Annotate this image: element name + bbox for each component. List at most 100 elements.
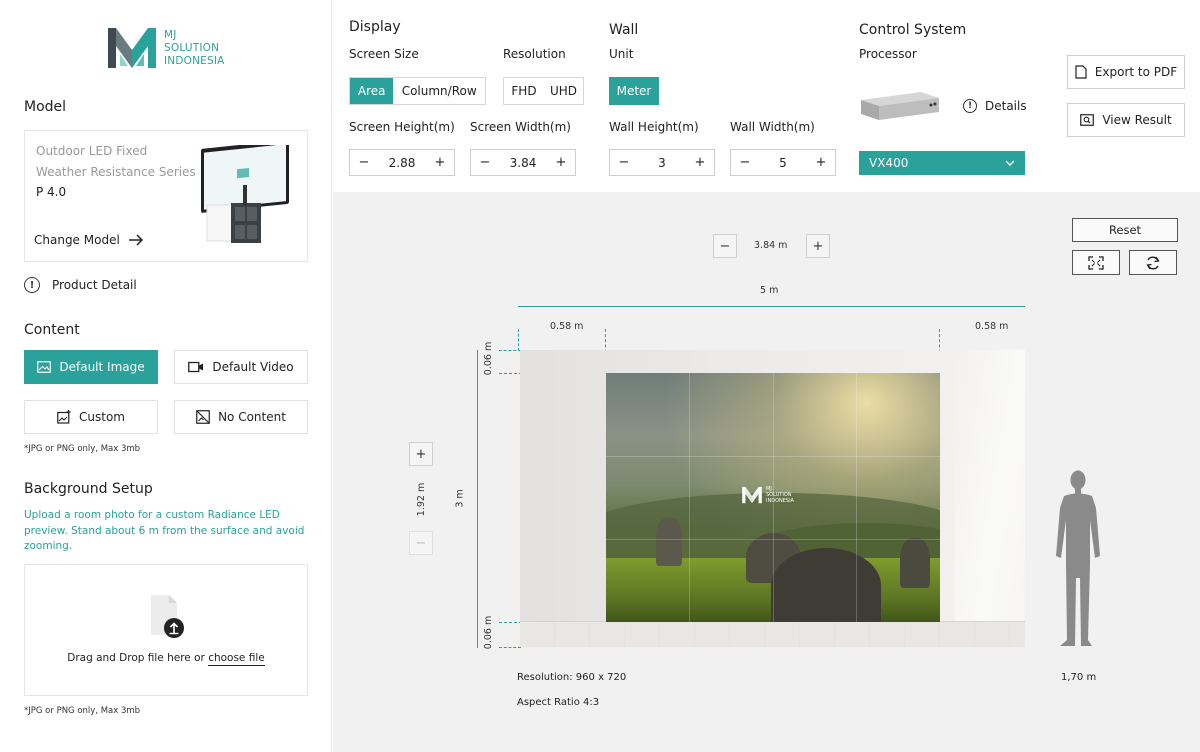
cabinet-grid-line	[606, 456, 940, 457]
width-decrease-button[interactable]: −	[713, 234, 737, 258]
landscape-rock	[656, 518, 682, 566]
wall-width-line	[518, 306, 1025, 307]
wall-width-value[interactable]: 5	[779, 156, 787, 170]
brand-logo-icon	[108, 28, 156, 68]
screen-height-decrement[interactable]: −	[358, 155, 370, 170]
info-icon: !	[963, 99, 977, 113]
logo-text-line1: MJ	[164, 28, 177, 41]
chevron-down-icon	[1005, 160, 1015, 166]
screen-width-stepper: − 3.84 +	[470, 149, 576, 176]
wall-height-value[interactable]: 3	[658, 156, 666, 170]
dash-guide	[499, 647, 521, 648]
product-detail-link[interactable]: ! Product Detail	[24, 277, 137, 293]
person-height-readout: 1,70 m	[1061, 672, 1097, 683]
choose-file-link[interactable]: choose file	[208, 652, 265, 666]
height-increase-button[interactable]: +	[409, 442, 433, 466]
view-result-label: View Result	[1102, 113, 1172, 127]
no-content-button[interactable]: No Content	[174, 400, 308, 434]
wall-height-line	[477, 350, 478, 648]
default-video-button[interactable]: Default Video	[174, 350, 308, 384]
model-name-line2: Weather Resistance Series	[36, 165, 196, 179]
screen-width-decrement[interactable]: −	[479, 155, 491, 170]
background-section-title: Background Setup	[24, 481, 153, 497]
screen-size-area-option[interactable]: Area	[350, 78, 394, 104]
wall-height-stepper: − 3 +	[609, 149, 715, 176]
unit-toggle: Meter	[609, 77, 659, 105]
arrow-right-icon	[128, 234, 143, 246]
person-silhouette-icon	[1056, 470, 1100, 646]
room-preview: MJ SOLUTION INDONESIA	[520, 350, 1025, 647]
processor-details-link[interactable]: ! Details	[963, 99, 1027, 113]
resolution-label: Resolution	[503, 47, 566, 61]
background-dropzone[interactable]: Drag and Drop file here or choose file	[24, 564, 308, 696]
custom-content-button[interactable]: Custom	[24, 400, 158, 434]
screen-height-label: Screen Height(m)	[349, 120, 455, 134]
cabinet-grid-line	[689, 373, 690, 622]
led-cabinet-image	[201, 145, 289, 243]
change-model-button[interactable]: Change Model	[34, 233, 144, 247]
fullscreen-button[interactable]	[1072, 250, 1120, 275]
screen-height-increment[interactable]: +	[434, 155, 446, 170]
model-section-title: Model	[24, 99, 67, 115]
no-content-label: No Content	[218, 410, 286, 424]
background-file-note: *JPG or PNG only, Max 3mb	[24, 706, 141, 716]
control-system-title: Control System	[859, 22, 967, 38]
height-decrease-button[interactable]: −	[409, 531, 433, 555]
screen-size-columnrow-option[interactable]: Column/Row	[393, 78, 485, 104]
resolution-uhd-option[interactable]: UHD	[544, 78, 583, 104]
screen-height-value[interactable]: 2.88	[389, 156, 416, 170]
display-title: Display	[349, 19, 401, 35]
width-increase-button[interactable]: +	[806, 234, 830, 258]
resolution-info: Resolution: 960 x 720	[517, 672, 627, 683]
expand-icon	[1088, 255, 1104, 270]
resolution-toggle: FHD UHD	[503, 77, 584, 105]
default-image-button[interactable]: Default Image	[24, 350, 158, 384]
wall-width-increment[interactable]: +	[815, 155, 827, 170]
dash-guide	[499, 350, 521, 351]
image-icon	[37, 361, 52, 373]
content-file-note: *JPG or PNG only, Max 3mb	[24, 444, 141, 454]
logo-text-line3: INDONESIA	[164, 54, 225, 67]
bottom-margin-readout: 0.06 m	[483, 615, 495, 650]
view-result-button[interactable]: View Result	[1067, 103, 1185, 137]
wall-height-decrement[interactable]: −	[618, 155, 630, 170]
processor-select[interactable]: VX400	[859, 151, 1025, 175]
custom-label: Custom	[79, 410, 125, 424]
processor-label: Processor	[859, 47, 917, 61]
screen-brand-logo: MJ SOLUTION INDONESIA	[741, 486, 794, 504]
landscape-rock	[900, 538, 930, 588]
processor-select-value: VX400	[869, 156, 909, 170]
screen-width-increment[interactable]: +	[555, 155, 567, 170]
unit-meter-option[interactable]: Meter	[610, 78, 658, 104]
brand-logo-icon	[742, 486, 762, 504]
left-margin-readout: 0.58 m	[550, 321, 584, 332]
image-add-icon	[57, 410, 71, 424]
document-icon	[1075, 65, 1087, 79]
default-video-label: Default Video	[212, 360, 294, 374]
wall-width-decrement[interactable]: −	[739, 155, 751, 170]
screen-width-value[interactable]: 3.84	[510, 156, 537, 170]
refresh-button[interactable]	[1129, 250, 1177, 275]
led-screen-preview[interactable]: MJ SOLUTION INDONESIA	[606, 373, 940, 622]
wall-width-label: Wall Width(m)	[730, 120, 815, 134]
resolution-fhd-option[interactable]: FHD	[504, 78, 544, 104]
right-margin-readout: 0.58 m	[975, 321, 1009, 332]
reset-button[interactable]: Reset	[1072, 218, 1178, 242]
wall-height-label: Wall Height(m)	[609, 120, 699, 134]
info-icon: !	[24, 277, 40, 293]
product-detail-label: Product Detail	[52, 278, 137, 292]
screen-width-readout: 3.84 m	[754, 240, 788, 251]
image-search-icon	[1080, 114, 1095, 126]
export-pdf-label: Export to PDF	[1094, 65, 1178, 79]
no-image-icon	[196, 410, 210, 424]
wall-height-increment[interactable]: +	[694, 155, 706, 170]
content-section-title: Content	[24, 322, 80, 338]
screen-width-label: Screen Width(m)	[470, 120, 571, 134]
wall-title: Wall	[609, 22, 639, 38]
wall-width-readout: 5 m	[760, 285, 779, 296]
export-pdf-button[interactable]: Export to PDF	[1067, 55, 1185, 89]
settings-panel: Display Screen Size Area Column/Row Reso…	[333, 0, 1200, 192]
video-icon	[188, 361, 204, 373]
dash-guide	[518, 329, 519, 351]
change-model-label: Change Model	[34, 233, 120, 247]
